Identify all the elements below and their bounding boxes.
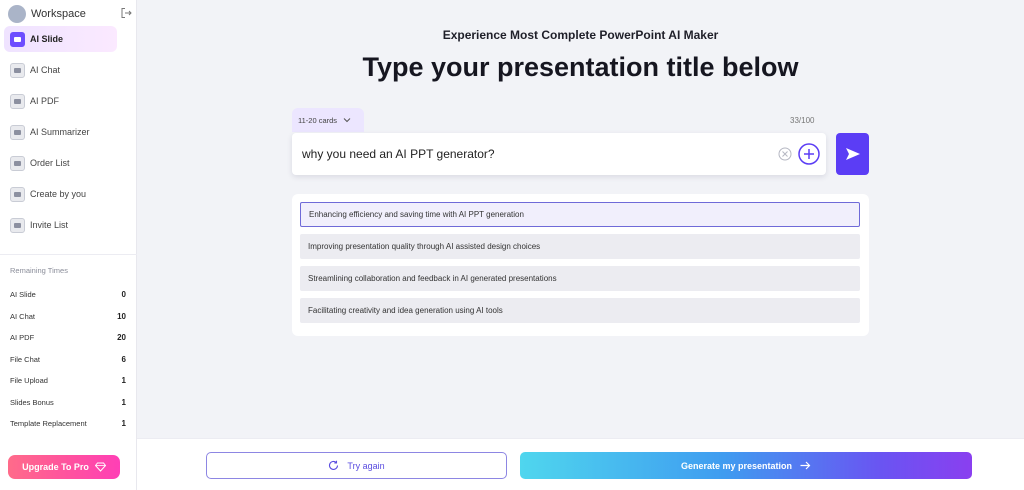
cards-count-value: 11-20 cards <box>298 115 338 125</box>
action-bar: Try again Generate my presentation <box>137 438 1024 490</box>
workspace-switcher[interactable]: Workspace <box>8 5 132 23</box>
remaining-value: 6 <box>121 354 126 364</box>
order-list-icon <box>10 155 25 171</box>
sidebar-item-label: AI PDF <box>30 96 60 106</box>
page-subtitle: Experience Most Complete PowerPoint AI M… <box>442 28 719 42</box>
sidebar: Workspace AI Slide AI Chat AI PDF AI Sum… <box>0 0 137 490</box>
sidebar-nav: AI Slide AI Chat AI PDF AI Summarizer Or… <box>4 26 117 243</box>
create-icon <box>10 186 25 202</box>
suggestion-item[interactable]: Facilitating creativity and idea generat… <box>300 298 860 323</box>
remaining-row: AI Slide 0 <box>10 284 126 306</box>
remaining-value: 0 <box>121 290 126 300</box>
send-arrow-icon <box>845 148 860 160</box>
chevron-down-icon <box>343 118 351 123</box>
sidebar-item-create-by-you[interactable]: Create by you <box>4 181 117 207</box>
cards-count-dropdown[interactable]: 11-20 cards <box>292 108 364 132</box>
sidebar-item-label: AI Summarizer <box>30 127 90 137</box>
generate-presentation-button[interactable]: Generate my presentation <box>520 452 972 479</box>
remaining-times-title: Remaining Times <box>10 266 68 275</box>
upgrade-to-pro-button[interactable]: Upgrade To Pro <box>8 455 120 479</box>
remaining-value: 10 <box>117 311 126 321</box>
remaining-row: AI Chat 10 <box>10 306 126 328</box>
suggestion-item[interactable]: Enhancing efficiency and saving time wit… <box>300 202 860 227</box>
remaining-label: Slides Bonus <box>10 397 54 407</box>
remaining-row: AI PDF 20 <box>10 327 126 349</box>
add-circle-icon[interactable] <box>798 143 820 165</box>
remaining-row: Slides Bonus 1 <box>10 392 126 414</box>
suggestion-item[interactable]: Improving presentation quality through A… <box>300 234 860 259</box>
workspace-name: Workspace <box>31 8 86 20</box>
try-again-button[interactable]: Try again <box>206 452 507 479</box>
sidebar-item-ai-slide[interactable]: AI Slide <box>4 26 117 52</box>
remaining-value: 1 <box>121 419 126 429</box>
summarizer-icon <box>10 124 25 140</box>
sidebar-item-label: AI Slide <box>30 34 64 44</box>
sidebar-item-ai-chat[interactable]: AI Chat <box>4 57 117 83</box>
remaining-label: File Chat <box>10 354 41 364</box>
workspace-avatar <box>8 5 26 23</box>
pdf-icon <box>10 93 25 109</box>
sidebar-item-label: Order List <box>30 158 70 168</box>
try-again-label: Try again <box>347 460 385 471</box>
suggestions-panel: Enhancing efficiency and saving time wit… <box>292 194 869 336</box>
remaining-row: File Chat 6 <box>10 349 126 371</box>
remaining-label: File Upload <box>10 376 48 386</box>
invite-icon <box>10 217 25 233</box>
sidebar-item-invite-list[interactable]: Invite List <box>4 212 117 238</box>
remaining-value: 20 <box>117 333 126 343</box>
remaining-label: AI Chat <box>10 311 36 321</box>
title-input-value[interactable]: why you need an AI PPT generator? <box>302 147 495 161</box>
sidebar-item-label: AI Chat <box>30 65 61 75</box>
send-button[interactable] <box>836 133 869 175</box>
clear-icon[interactable] <box>778 147 792 161</box>
upgrade-label: Upgrade To Pro <box>22 462 89 472</box>
sidebar-item-label: Invite List <box>30 220 69 230</box>
remaining-row: File Upload 1 <box>10 370 126 392</box>
remaining-value: 1 <box>121 376 126 386</box>
sidebar-item-ai-summarizer[interactable]: AI Summarizer <box>4 119 117 145</box>
remaining-label: AI PDF <box>10 333 35 343</box>
sidebar-divider <box>0 254 137 255</box>
page-title: Type your presentation title below <box>362 52 799 82</box>
diamond-icon <box>94 462 106 472</box>
remaining-row: Template Replacement 1 <box>10 413 126 435</box>
slide-icon <box>10 31 25 47</box>
suggestion-item[interactable]: Streamlining collaboration and feedback … <box>300 266 860 291</box>
chat-icon <box>10 62 25 78</box>
generate-label: Generate my presentation <box>680 460 793 471</box>
sidebar-item-label: Create by you <box>30 189 87 199</box>
remaining-label: AI Slide <box>10 290 36 300</box>
char-counter: 33/100 <box>790 116 815 125</box>
arrow-right-icon <box>800 461 811 470</box>
sidebar-item-ai-pdf[interactable]: AI PDF <box>4 88 117 114</box>
refresh-icon <box>329 460 339 470</box>
title-input-field[interactable]: why you need an AI PPT generator? <box>292 133 826 175</box>
sidebar-item-order-list[interactable]: Order List <box>4 150 117 176</box>
remaining-label: Template Replacement <box>10 419 87 429</box>
logout-icon[interactable] <box>120 7 132 19</box>
remaining-value: 1 <box>121 397 126 407</box>
remaining-times-list: AI Slide 0 AI Chat 10 AI PDF 20 File Cha… <box>10 284 126 435</box>
